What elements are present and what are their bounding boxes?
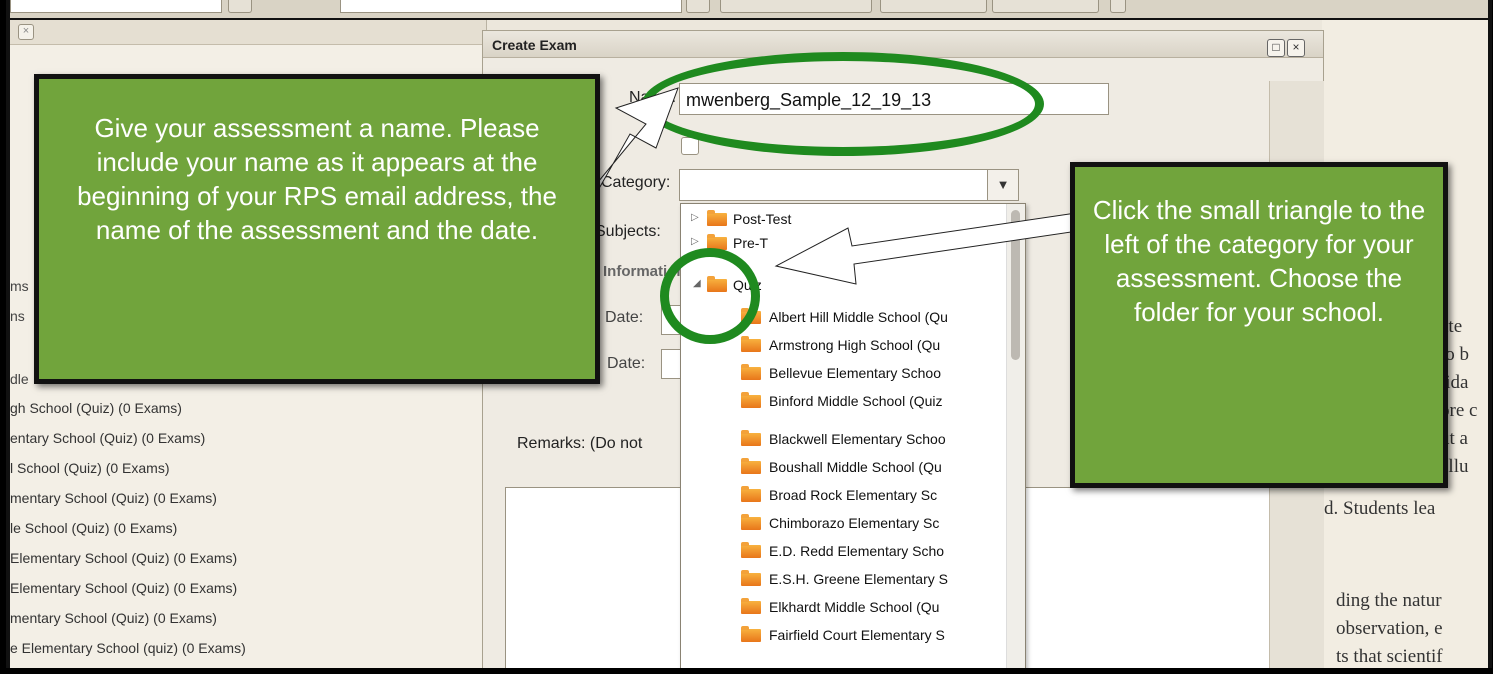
callout-category-instructions: Click the small triangle to the left of … <box>1070 162 1448 488</box>
callout-name-instructions: Give your assessment a name. Please incl… <box>34 74 600 384</box>
arrow-to-triangle-icon <box>774 207 1113 285</box>
application-window: × Ci ms ns dle gh School (Quiz) (0 Exams… <box>6 0 1492 668</box>
